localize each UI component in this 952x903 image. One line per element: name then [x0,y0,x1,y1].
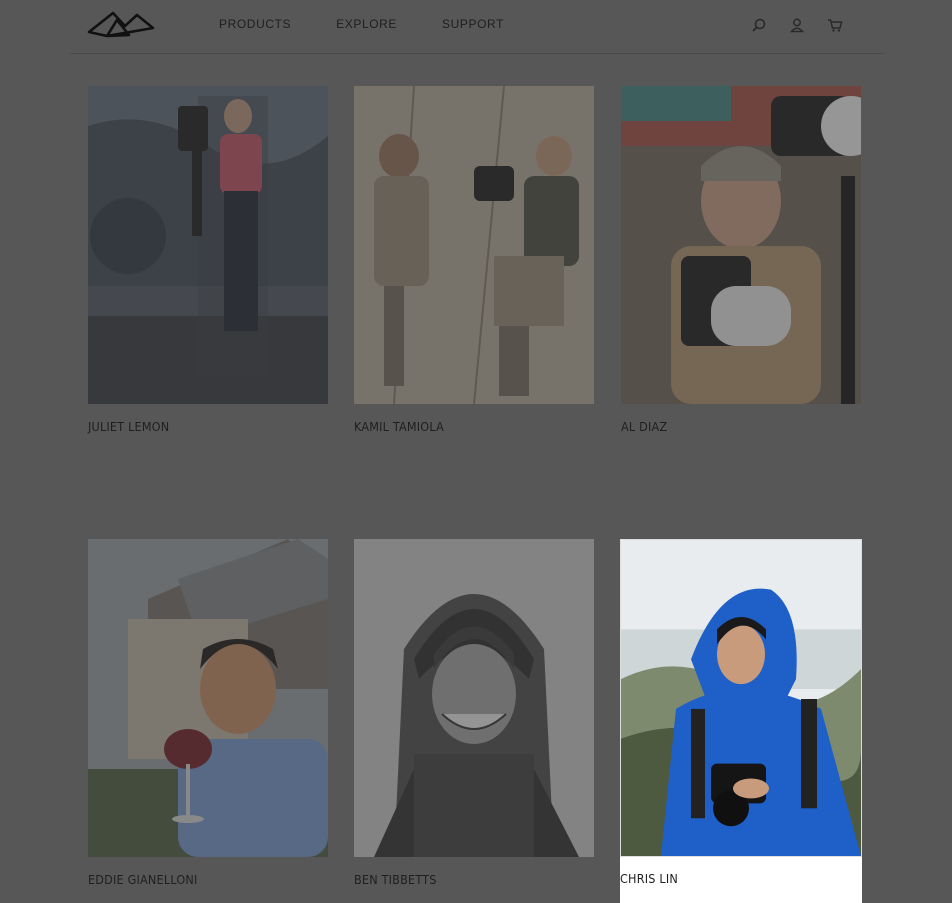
ambassador-card-ben-tibbetts[interactable]: BEN TIBBETTS [354,539,594,887]
nav-explore[interactable]: EXPLORE [336,17,397,31]
nav-products[interactable]: PRODUCTS [219,17,291,31]
ambassador-name[interactable]: BEN TIBBETTS [354,872,594,887]
ambassador-name[interactable]: JULIET LEMON [88,419,328,434]
ambassador-card-eddie-gianelloni[interactable]: EDDIE GIANELLONI [88,539,328,887]
ambassador-photo[interactable] [620,539,862,857]
ambassador-photo[interactable] [88,539,328,857]
account-icon[interactable] [788,16,806,34]
ambassador-name[interactable]: CHRIS LIN [620,857,862,901]
ambassador-photo[interactable] [88,86,328,404]
cart-icon[interactable] [826,16,844,34]
ambassador-name[interactable]: AL DIAZ [621,419,861,434]
ambassador-card-juliet-lemon[interactable]: JULIET LEMON [88,86,328,434]
ambassador-card-al-diaz[interactable]: AL DIAZ [621,86,861,434]
nav-support[interactable]: SUPPORT [442,17,504,31]
ambassador-photo[interactable] [354,539,594,857]
header-icons [750,16,844,34]
ambassador-photo[interactable] [621,86,861,404]
search-icon[interactable] [750,16,768,34]
main-nav: PRODUCTS EXPLORE SUPPORT [219,17,549,31]
ambassador-card-kamil-tamiola[interactable]: KAMIL TAMIOLA [354,86,594,434]
brand-logo[interactable] [87,10,155,40]
ambassador-photo[interactable] [354,86,594,404]
ambassador-name[interactable]: KAMIL TAMIOLA [354,419,594,434]
ambassador-name[interactable]: EDDIE GIANELLONI [88,872,328,887]
site-header: PRODUCTS EXPLORE SUPPORT [70,0,884,54]
ambassador-card-chris-lin[interactable]: CHRIS LIN [620,539,862,903]
